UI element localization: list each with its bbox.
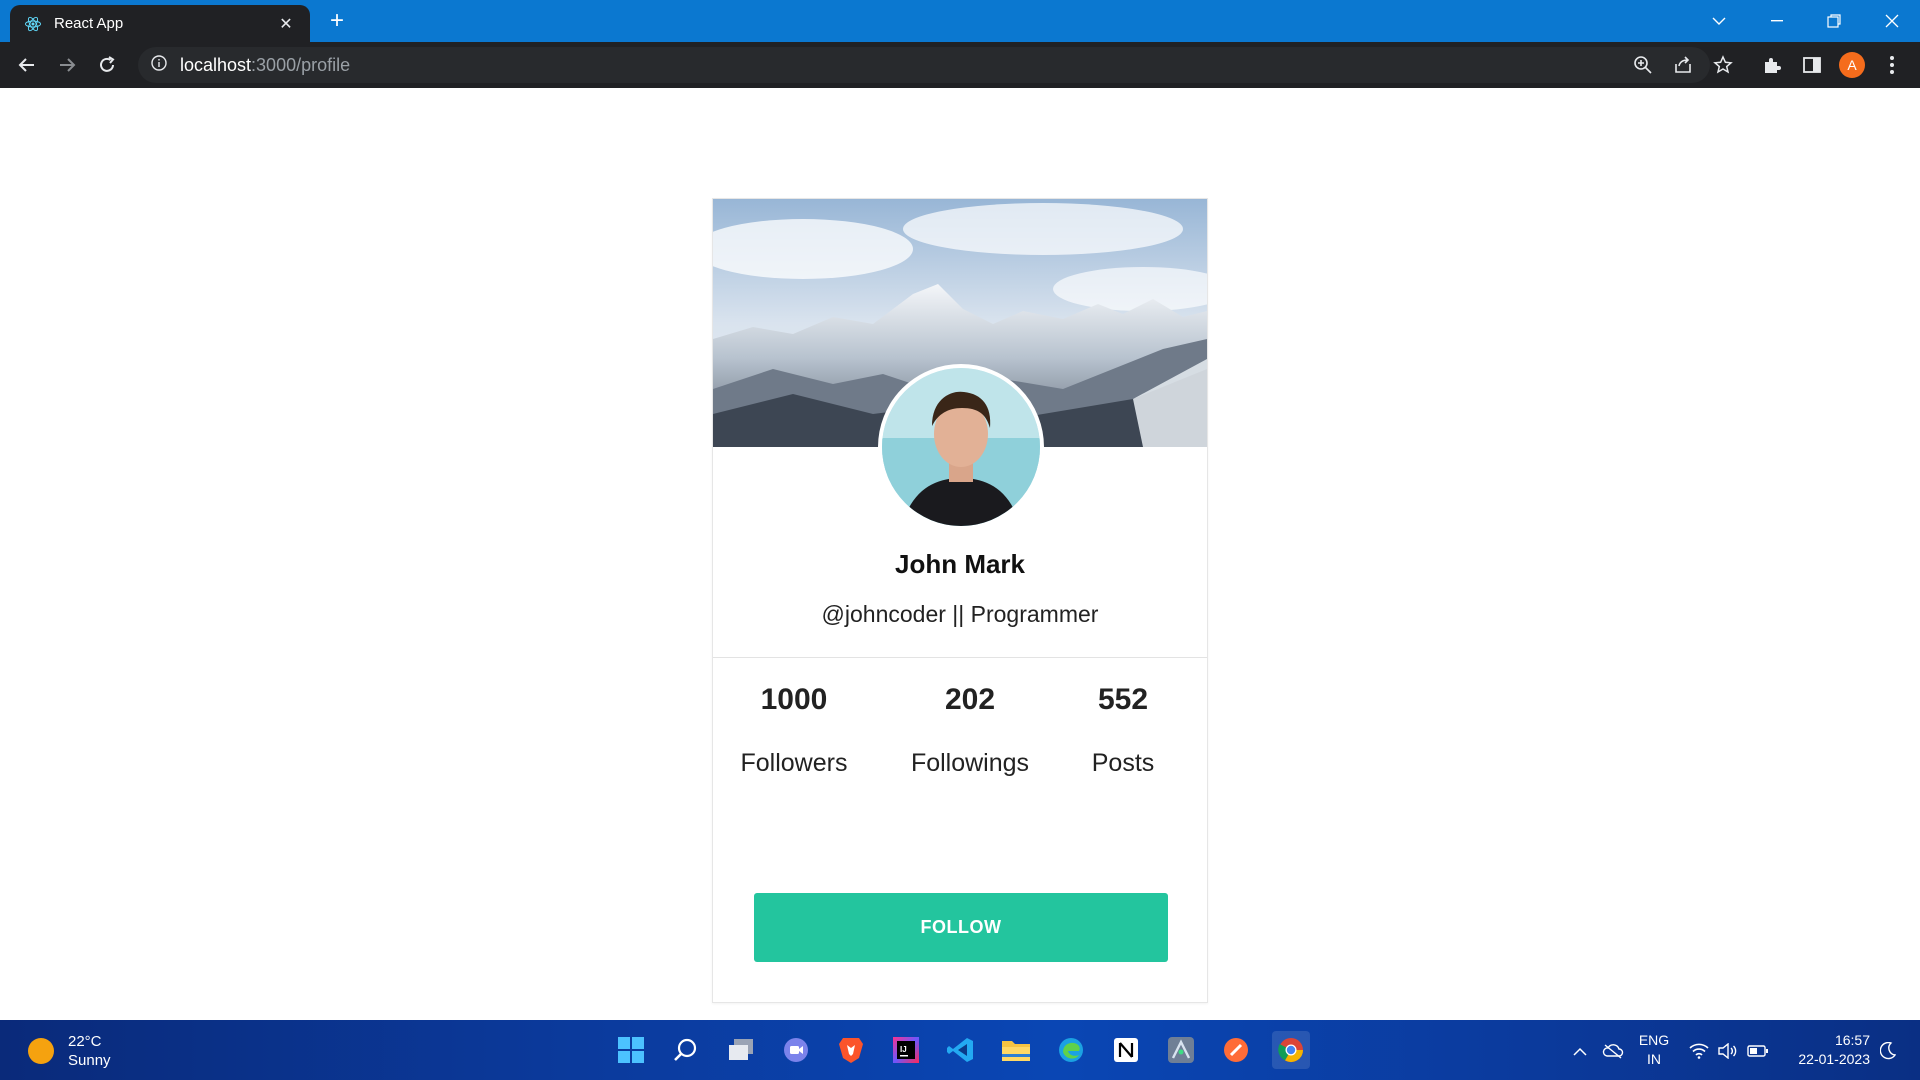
language-indicator[interactable]: ENG IN bbox=[1632, 1031, 1676, 1069]
close-tab-icon[interactable]: ✕ bbox=[276, 14, 296, 34]
tab-react-app[interactable]: React App ✕ bbox=[10, 5, 310, 42]
back-button[interactable] bbox=[12, 50, 42, 80]
followings-count: 202 bbox=[944, 683, 996, 716]
do-not-disturb-moon-icon[interactable] bbox=[1876, 1038, 1900, 1064]
posts-label: Posts bbox=[1091, 749, 1155, 777]
restore-button[interactable] bbox=[1805, 0, 1862, 42]
notion-icon[interactable] bbox=[1107, 1031, 1145, 1069]
new-tab-button[interactable]: + bbox=[322, 6, 352, 36]
zoom-icon[interactable] bbox=[1628, 50, 1658, 80]
onedrive-offline-icon[interactable] bbox=[1600, 1038, 1626, 1064]
side-panel-icon[interactable] bbox=[1797, 50, 1827, 80]
follow-button[interactable]: FOLLOW bbox=[754, 893, 1168, 962]
android-studio-icon[interactable] bbox=[1162, 1031, 1200, 1069]
stat-followings[interactable]: 202 Followings bbox=[890, 683, 1050, 778]
followers-label: Followers bbox=[740, 749, 848, 777]
url-text: localhost:3000/profile bbox=[180, 54, 351, 75]
vscode-icon[interactable] bbox=[942, 1031, 980, 1069]
volume-icon[interactable] bbox=[1717, 1038, 1739, 1064]
profile-name: John Mark bbox=[894, 549, 1026, 579]
weather-widget[interactable]: 22°C Sunny bbox=[28, 1032, 111, 1070]
menu-kebab-icon[interactable] bbox=[1877, 50, 1907, 80]
system-clock[interactable]: 16:57 22-01-2023 bbox=[1780, 1031, 1870, 1069]
file-explorer-icon[interactable] bbox=[997, 1031, 1035, 1069]
browser-tab-bar: React App ✕ + bbox=[0, 0, 1920, 42]
search-icon[interactable] bbox=[667, 1031, 705, 1069]
close-window-button[interactable] bbox=[1863, 0, 1920, 42]
clock-date: 22-01-2023 bbox=[1798, 1051, 1870, 1067]
browser-toolbar: localhost:3000/profile A bbox=[0, 42, 1920, 88]
chevron-up-icon[interactable] bbox=[1568, 1038, 1592, 1064]
postman-icon[interactable] bbox=[1217, 1031, 1255, 1069]
forward-button[interactable] bbox=[52, 50, 82, 80]
stat-posts[interactable]: 552 Posts bbox=[1043, 683, 1203, 778]
profile-avatar-image bbox=[878, 364, 1044, 530]
profile-card: John Mark @johncoder || Programmer 1000 … bbox=[712, 198, 1208, 1003]
profile-avatar-button[interactable]: A bbox=[1837, 50, 1867, 80]
tab-title: React App bbox=[54, 15, 124, 32]
region-code: IN bbox=[1647, 1051, 1661, 1067]
divider bbox=[713, 657, 1207, 658]
avatar: A bbox=[1839, 52, 1865, 78]
windows-taskbar: 22°C Sunny IJ ENG IN 16:57 22-01-2023 bbox=[0, 1020, 1920, 1080]
weather-condition: Sunny bbox=[68, 1052, 111, 1069]
tab-search-icon[interactable] bbox=[1690, 0, 1747, 42]
wifi-icon[interactable] bbox=[1688, 1038, 1710, 1064]
chrome-icon[interactable] bbox=[1272, 1031, 1310, 1069]
followers-count: 1000 bbox=[760, 683, 828, 716]
address-bar[interactable]: localhost:3000/profile bbox=[138, 47, 1710, 83]
site-info-icon[interactable] bbox=[150, 54, 168, 77]
share-icon[interactable] bbox=[1668, 50, 1698, 80]
start-icon[interactable] bbox=[612, 1031, 650, 1069]
react-icon bbox=[24, 15, 42, 33]
minimize-button[interactable] bbox=[1748, 0, 1805, 42]
teams-chat-icon[interactable] bbox=[777, 1031, 815, 1069]
intellij-icon[interactable]: IJ bbox=[887, 1031, 925, 1069]
posts-count: 552 bbox=[1097, 683, 1149, 716]
bookmark-star-icon[interactable] bbox=[1708, 50, 1738, 80]
clock-time: 16:57 bbox=[1834, 1032, 1870, 1048]
reload-button[interactable] bbox=[92, 50, 122, 80]
followings-label: Followings bbox=[910, 749, 1030, 777]
stat-followers[interactable]: 1000 Followers bbox=[714, 683, 874, 778]
battery-icon[interactable] bbox=[1746, 1038, 1770, 1064]
task-view-icon[interactable] bbox=[722, 1031, 760, 1069]
extensions-icon[interactable] bbox=[1757, 50, 1787, 80]
brave-browser-icon[interactable] bbox=[832, 1031, 870, 1069]
edge-browser-icon[interactable] bbox=[1052, 1031, 1090, 1069]
language-code: ENG bbox=[1638, 1032, 1670, 1048]
sun-icon bbox=[28, 1038, 54, 1064]
profile-handle: @johncoder || Programmer bbox=[821, 601, 1099, 627]
svg-text:IJ: IJ bbox=[900, 1045, 907, 1054]
temperature: 22°C bbox=[68, 1033, 102, 1050]
